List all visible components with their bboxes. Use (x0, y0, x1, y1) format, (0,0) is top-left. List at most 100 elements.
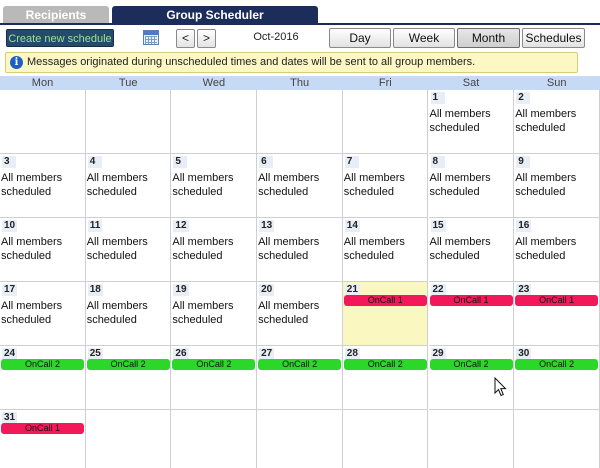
day-cell[interactable]: 15 All members scheduled (428, 218, 515, 282)
day-cell[interactable]: 12 All members scheduled (171, 218, 258, 282)
weekday-header-2: Wed (202, 77, 226, 89)
day-cell[interactable]: 25 OnCall 2 (85, 346, 172, 410)
day-cell[interactable]: 20 All members scheduled (257, 282, 343, 346)
day-number: 1 (430, 92, 445, 104)
empty-day-cell[interactable] (342, 410, 429, 468)
info-message: Messages originated during unscheduled t… (27, 56, 476, 68)
view-week-button[interactable]: Week (393, 28, 455, 48)
schedule-status-text: All members scheduled (343, 172, 405, 198)
calendar-icon[interactable] (143, 30, 159, 45)
day-number: 5 (173, 156, 188, 168)
day-cell[interactable]: 30 OnCall 2 (514, 346, 600, 410)
empty-day-cell[interactable] (85, 90, 172, 154)
empty-day-cell[interactable] (85, 410, 172, 468)
view-day-button[interactable]: Day (329, 28, 391, 48)
day-number: 3 (2, 156, 16, 168)
schedule-status-text: All members scheduled (1, 172, 63, 198)
day-cell[interactable]: 27 OnCall 2 (257, 346, 343, 410)
day-number: 16 (516, 220, 532, 232)
day-number: 6 (259, 156, 274, 168)
empty-day-cell[interactable] (428, 410, 515, 468)
current-month-label: Oct-2016 (253, 31, 299, 43)
weekday-header-5: Sat (462, 77, 480, 89)
schedule-event[interactable]: OnCall 2 (343, 359, 427, 370)
month-calendar: Mon Tue Wed Thu Fri Sat Sun 1 All members sched… (0, 76, 600, 468)
day-cell[interactable]: 4 All members scheduled (85, 154, 172, 218)
schedule-event[interactable]: OnCall 1 (515, 295, 599, 306)
schedule-status-text: All members scheduled (86, 300, 148, 326)
schedule-status-text: All members scheduled (515, 108, 577, 134)
day-cell[interactable]: 9 All members scheduled (514, 154, 600, 218)
schedule-status-text: All members scheduled (172, 172, 234, 198)
schedule-status-text: All members scheduled (258, 236, 320, 262)
view-month-button[interactable]: Month (457, 28, 520, 48)
day-number: 12 (173, 220, 189, 232)
schedule-status-text: All members scheduled (429, 172, 491, 198)
day-cell[interactable]: 1 All members scheduled (428, 90, 515, 154)
schedule-event[interactable]: OnCall 2 (258, 359, 342, 370)
day-cell[interactable]: 16 All members scheduled (514, 218, 600, 282)
day-cell[interactable]: 31 OnCall 1 (0, 410, 86, 468)
empty-day-cell[interactable] (0, 90, 86, 154)
day-number: 7 (344, 156, 359, 168)
day-cell[interactable]: 10 All members scheduled (0, 218, 86, 282)
day-cell[interactable]: 23 OnCall 1 (514, 282, 600, 346)
day-cell[interactable]: 14 All members scheduled (342, 218, 429, 282)
next-month-button[interactable]: > (197, 29, 216, 48)
schedule-status-text: All members scheduled (1, 236, 63, 262)
day-number: 14 (344, 220, 360, 232)
schedule-event[interactable]: OnCall 2 (429, 359, 513, 370)
mouse-cursor-icon (494, 377, 507, 397)
day-cell[interactable]: 22 OnCall 1 (428, 282, 515, 346)
day-number: 8 (430, 156, 445, 168)
empty-day-cell[interactable] (171, 410, 258, 468)
day-cell[interactable]: 8 All members scheduled (428, 154, 515, 218)
weekday-header-3: Thu (290, 77, 310, 89)
day-cell[interactable]: 28 OnCall 2 (342, 346, 429, 410)
day-cell[interactable]: 19 All members scheduled (171, 282, 258, 346)
day-cell[interactable]: 5 All members scheduled (171, 154, 258, 218)
schedule-status-text: All members scheduled (1, 300, 63, 326)
empty-day-cell[interactable] (342, 90, 429, 154)
day-cell[interactable]: 26 OnCall 2 (171, 346, 258, 410)
empty-day-cell[interactable] (257, 410, 343, 468)
schedule-event[interactable]: OnCall 1 (343, 295, 427, 306)
previous-month-button[interactable]: < (176, 29, 195, 48)
view-schedules-button[interactable]: Schedules (522, 28, 585, 48)
day-cell[interactable]: 6 All members scheduled (257, 154, 343, 218)
day-number: 15 (430, 220, 446, 232)
tab-group-scheduler[interactable]: Group Scheduler (112, 6, 318, 24)
weekday-header-4: Fri (378, 77, 392, 89)
day-cell[interactable]: 3 All members scheduled (0, 154, 86, 218)
schedule-event[interactable]: OnCall 1 (429, 295, 513, 306)
day-cell[interactable]: 13 All members scheduled (257, 218, 343, 282)
schedule-event[interactable]: OnCall 2 (1, 359, 84, 370)
day-number: 9 (516, 156, 531, 168)
create-new-schedule-button[interactable]: Create new schedule (6, 29, 114, 47)
tab-underline (0, 23, 600, 25)
calendar-icon-header (144, 31, 158, 35)
schedule-event[interactable]: OnCall 2 (86, 359, 170, 370)
day-cell[interactable]: 18 All members scheduled (85, 282, 172, 346)
weekday-header-1: Tue (118, 77, 138, 89)
schedule-status-text: All members scheduled (429, 236, 491, 262)
day-cell[interactable]: 17 All members scheduled (0, 282, 86, 346)
empty-day-cell[interactable] (514, 410, 600, 468)
day-number: 13 (259, 220, 275, 232)
tab-recipients[interactable]: Recipients (3, 6, 109, 24)
day-cell[interactable]: 11 All members scheduled (85, 218, 172, 282)
day-cell[interactable]: 24 OnCall 2 (0, 346, 86, 410)
schedule-event[interactable]: OnCall 2 (172, 359, 256, 370)
schedule-status-text: All members scheduled (86, 236, 148, 262)
day-number: 17 (2, 284, 18, 296)
schedule-event[interactable]: OnCall 2 (515, 359, 599, 370)
schedule-status-text: All members scheduled (515, 236, 577, 262)
day-cell[interactable]: 21 OnCall 1 (342, 282, 429, 346)
empty-day-cell[interactable] (171, 90, 258, 154)
day-number: 20 (259, 284, 275, 296)
empty-day-cell[interactable] (257, 90, 343, 154)
schedule-status-text: All members scheduled (258, 172, 320, 198)
day-cell[interactable]: 7 All members scheduled (342, 154, 429, 218)
schedule-event[interactable]: OnCall 1 (1, 423, 84, 434)
day-cell[interactable]: 2 All members scheduled (514, 90, 600, 154)
